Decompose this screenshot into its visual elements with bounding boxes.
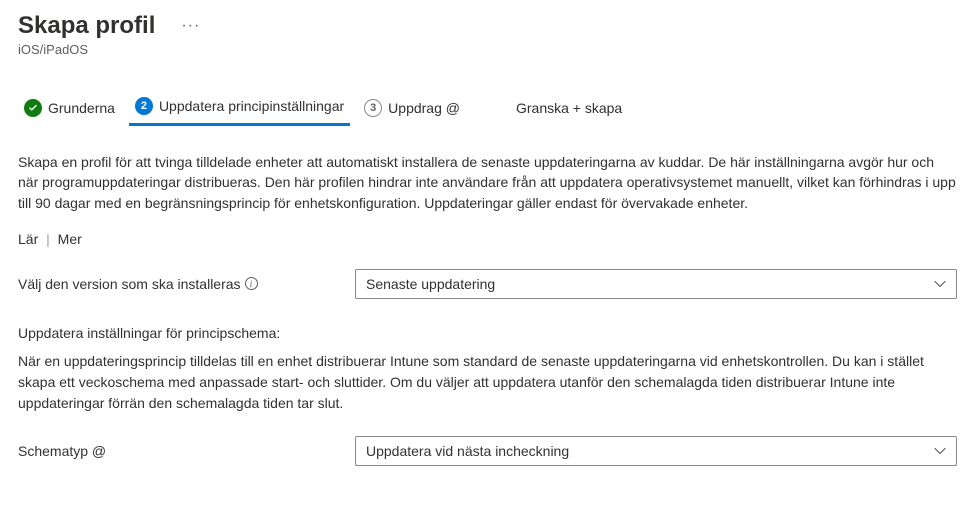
page-title: Skapa profil (18, 12, 155, 40)
learn-link-right[interactable]: Mer (58, 231, 82, 247)
schedule-heading: Uppdatera inställningar för principschem… (18, 325, 957, 341)
form-row-schedule-type: Schematyp @ Uppdatera vid nästa incheckn… (18, 436, 957, 466)
step-number-icon: 2 (135, 97, 153, 115)
wizard-step-review[interactable]: Granska + skapa (510, 96, 628, 124)
page-subtitle: iOS/iPadOS (18, 42, 957, 57)
divider: | (46, 231, 50, 247)
wizard-steps: Grunderna 2 Uppdatera principinställning… (18, 93, 957, 130)
step-number-icon: 3 (364, 99, 382, 117)
version-label: Välj den version som ska installeras i (18, 276, 343, 292)
schedule-description: När en uppdateringsprincip tilldelas til… (18, 351, 957, 414)
learn-link-left[interactable]: Lär (18, 231, 38, 247)
chevron-down-icon (934, 278, 946, 290)
info-icon[interactable]: i (245, 277, 258, 290)
version-select[interactable]: Senaste uppdatering (355, 269, 957, 299)
wizard-step-label: Grunderna (48, 100, 115, 116)
profile-description: Skapa en profil för att tvinga tilldelad… (18, 152, 957, 213)
learn-more-row: Lär | Mer (18, 231, 957, 247)
wizard-step-label: Uppdrag @ (388, 100, 460, 116)
wizard-step-label: Uppdatera principinställningar (159, 98, 344, 114)
select-value: Senaste uppdatering (366, 276, 495, 292)
schedule-type-label: Schematyp @ (18, 443, 343, 459)
wizard-step-assignments[interactable]: 3 Uppdrag @ (358, 95, 466, 125)
more-actions-button[interactable]: ··· (173, 15, 208, 37)
chevron-down-icon (934, 445, 946, 457)
form-row-version: Välj den version som ska installeras i S… (18, 269, 957, 299)
wizard-step-update-settings[interactable]: 2 Uppdatera principinställningar (129, 93, 350, 126)
label-text: Schematyp @ (18, 443, 106, 459)
schedule-type-select[interactable]: Uppdatera vid nästa incheckning (355, 436, 957, 466)
wizard-step-basics[interactable]: Grunderna (18, 95, 121, 125)
select-value: Uppdatera vid nästa incheckning (366, 443, 569, 459)
label-text: Välj den version som ska installeras (18, 276, 241, 292)
check-circle-icon (24, 99, 42, 117)
wizard-step-label: Granska + skapa (516, 100, 622, 116)
